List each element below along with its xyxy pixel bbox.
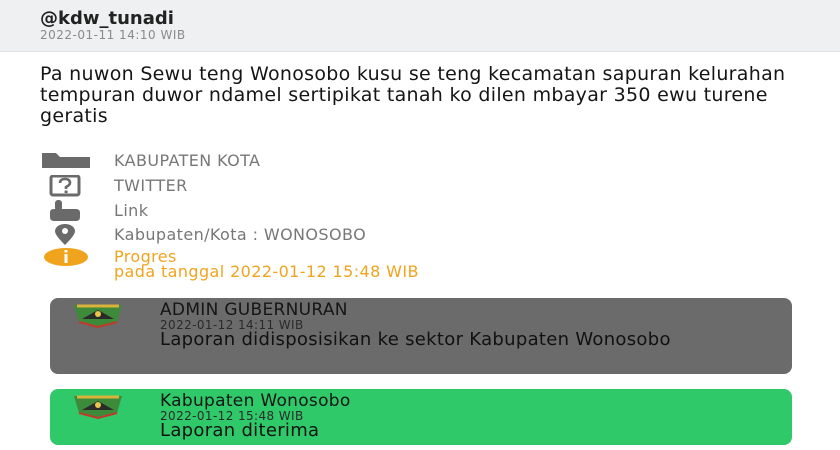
timeline-card: Kabupaten Wonosobo 2022-01-12 15:48 WIB … (50, 389, 792, 445)
central-java-emblem-icon (74, 304, 122, 328)
timeline-message: Laporan didisposisikan ke sektor Kabupat… (160, 329, 671, 350)
location-label: Kabupaten/Kota : WONOSOBO (114, 225, 367, 244)
meta-progress: Progres pada tanggal 2022-01-12 15:48 WI… (42, 246, 742, 281)
meta-location: Kabupaten/Kota : WONOSOBO (42, 224, 742, 246)
post-header: @kdw_tunadi 2022-01-11 14:10 WIB (0, 0, 840, 52)
progress-date: pada tanggal 2022-01-12 15:48 WIB (114, 262, 419, 281)
info-icon (44, 248, 88, 266)
post-username[interactable]: @kdw_tunadi (40, 8, 174, 29)
timeline-card: ADMIN GUBERNURAN 2022-01-12 14:11 WIB La… (50, 298, 792, 374)
timeline-title: ADMIN GUBERNURAN (160, 300, 348, 320)
post-timestamp: 2022-01-11 14:10 WIB (40, 28, 186, 42)
meta-category: KABUPATEN KOTA (42, 150, 742, 172)
meta-link[interactable]: Link (42, 200, 742, 222)
folder-icon (42, 153, 90, 168)
timeline-message: Laporan diterima (160, 420, 320, 441)
location-pin-icon (55, 224, 75, 245)
category-label: KABUPATEN KOTA (114, 151, 261, 170)
question-box-icon (49, 175, 81, 197)
hand-pointer-icon (50, 200, 80, 221)
timeline-title: Kabupaten Wonosobo (160, 391, 351, 411)
link-label[interactable]: Link (114, 201, 148, 220)
report-body: Pa nuwon Sewu teng Wonosobo kusu se teng… (40, 63, 786, 127)
central-java-emblem-icon (74, 395, 122, 419)
meta-source: TWITTER (42, 175, 742, 197)
source-label: TWITTER (114, 176, 188, 195)
